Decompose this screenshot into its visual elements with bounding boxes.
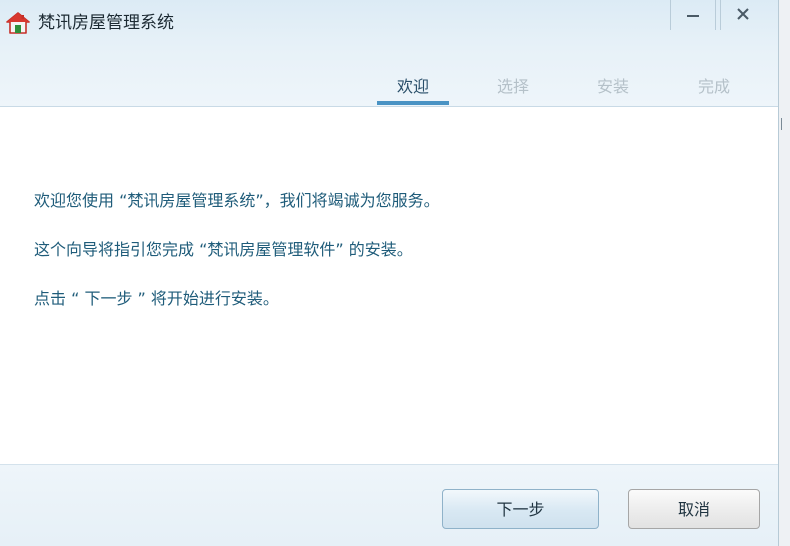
- next-button[interactable]: 下一步: [442, 489, 599, 529]
- welcome-content: 欢迎您使用 “梵讯房屋管理系统”，我们将竭诚为您服务。 这个向导将指引您完成 “…: [0, 107, 778, 464]
- close-icon: [736, 6, 750, 25]
- minimize-button[interactable]: [670, 0, 716, 30]
- guide-line: 这个向导将指引您完成 “梵讯房屋管理软件” 的安装。: [34, 240, 413, 259]
- background-strip: [779, 0, 790, 546]
- background-mark: [781, 118, 788, 130]
- welcome-line: 欢迎您使用 “梵讯房屋管理系统”，我们将竭诚为您服务。: [34, 191, 440, 210]
- active-step-indicator: [377, 101, 449, 105]
- tab-select: 选择: [496, 77, 529, 96]
- close-button[interactable]: [720, 0, 765, 30]
- title-bar: 梵讯房屋管理系统: [0, 0, 778, 48]
- instruction-line: 点击 “ 下一步 ” 将开始进行安装。: [34, 289, 279, 308]
- window-controls: [670, 0, 778, 30]
- button-bar: 下一步 取消: [0, 464, 778, 546]
- installer-window: 梵讯房屋管理系统 欢迎 选择 安装 完成 欢迎您使用 “梵讯房屋管理系统”，我们…: [0, 0, 779, 546]
- window-title: 梵讯房屋管理系统: [38, 13, 174, 33]
- tab-finish: 完成: [697, 77, 730, 96]
- tab-install: 安装: [596, 77, 629, 96]
- cancel-button[interactable]: 取消: [628, 489, 760, 529]
- minimize-icon: [686, 6, 700, 25]
- house-icon: [6, 12, 30, 34]
- installer-header: 梵讯房屋管理系统 欢迎 选择 安装 完成: [0, 0, 778, 107]
